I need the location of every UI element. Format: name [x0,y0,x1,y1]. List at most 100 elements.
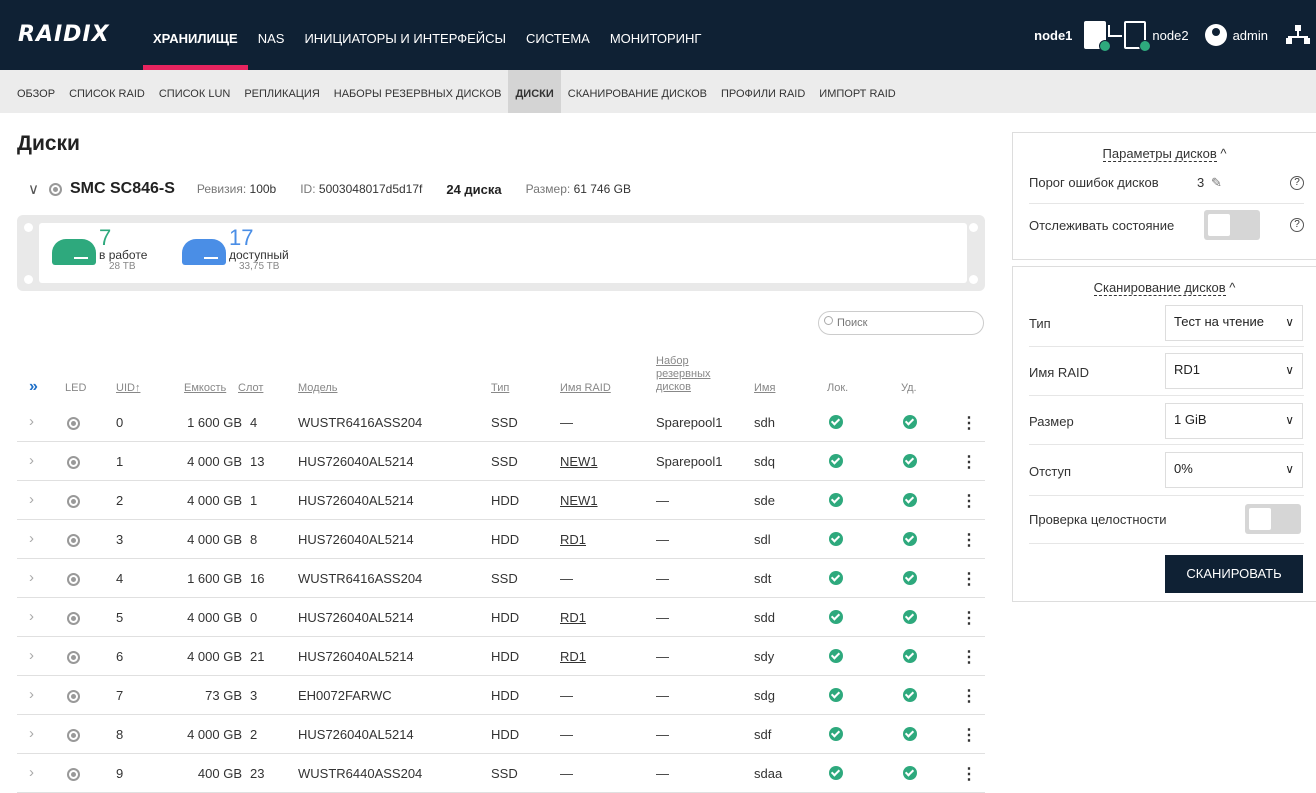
led-icon[interactable] [67,729,80,742]
table-row[interactable]: › 7 73 GB 3 EH0072FARWC HDD — — sdg ⋮ [17,676,985,715]
sub-nav-item[interactable]: ПРОФИЛИ RAID [714,70,812,113]
integrity-toggle[interactable] [1245,504,1301,534]
led-icon[interactable] [67,690,80,703]
row-menu-icon[interactable]: ⋮ [961,608,977,628]
node2-server-icon[interactable] [1124,21,1152,52]
col-capacity[interactable]: Емкость [184,382,226,394]
node1-label[interactable]: node1 [1034,28,1072,43]
row-menu-icon[interactable]: ⋮ [961,725,977,745]
row-menu-icon[interactable]: ⋮ [961,647,977,667]
col-loc[interactable]: Лок. [827,382,848,394]
cell-capacity: 1 600 GB [187,415,242,430]
table-row[interactable]: › 8 4 000 GB 2 HUS726040AL5214 HDD — — sdf ⋮ [17,715,985,754]
row-expand-icon[interactable]: › [29,491,34,508]
main-nav-item[interactable]: ИНИЦИАТОРЫ И ИНТЕРФЕЙСЫ [294,0,516,70]
sub-nav-item[interactable]: ДИСКИ [508,70,561,113]
col-model[interactable]: Модель [298,382,337,394]
help-icon[interactable]: ? [1290,176,1304,190]
disks-available[interactable]: 17 доступный 33,75 TB [182,227,289,272]
row-menu-icon[interactable]: ⋮ [961,452,977,472]
network-icon[interactable] [1286,25,1310,45]
col-slot[interactable]: Слот [238,382,263,394]
led-icon[interactable] [67,768,80,781]
user-name[interactable]: admin [1233,28,1268,43]
row-expand-icon[interactable]: › [29,530,34,547]
table-row[interactable]: › 4 1 600 GB 16 WUSTR6416ASS204 SSD — — sdt ⋮ [17,559,985,598]
disks-in-use[interactable]: 7 в работе 28 TB [52,227,147,272]
led-icon[interactable] [67,612,80,625]
sub-nav-item[interactable]: СПИСОК LUN [152,70,237,113]
row-expand-icon[interactable]: › [29,647,34,664]
led-icon[interactable] [67,456,80,469]
led-icon[interactable] [67,534,80,547]
row-menu-icon[interactable]: ⋮ [961,764,977,784]
led-icon[interactable] [67,495,80,508]
table-row[interactable]: › 2 4 000 GB 1 HUS726040AL5214 HDD NEW1 — sde ⋮ [17,481,985,520]
disk-params-title[interactable]: Параметры дисков ^ [1013,146,1316,162]
monitor-toggle[interactable] [1204,210,1260,240]
col-type[interactable]: Тип [491,382,509,394]
table-row[interactable]: › 9 400 GB 23 WUSTR6440ASS204 SSD — — sdaa ⋮ [17,754,985,793]
row-expand-icon[interactable]: › [29,608,34,625]
main-nav-item[interactable]: NAS [248,0,295,70]
edit-icon[interactable]: ✎ [1211,175,1222,191]
led-icon[interactable] [48,182,62,196]
row-expand-icon[interactable]: › [29,452,34,469]
scan-button[interactable]: СКАНИРОВАТЬ [1165,555,1303,593]
row-expand-icon[interactable]: › [29,569,34,586]
col-led[interactable]: LED [65,382,86,394]
expand-all-icon[interactable]: » [29,378,38,396]
led-icon[interactable] [67,417,80,430]
scan-type-select[interactable]: Тест на чтение ∨ [1165,305,1303,341]
main-nav-item[interactable]: СИСТЕМА [516,0,600,70]
led-icon[interactable] [67,573,80,586]
row-menu-icon[interactable]: ⋮ [961,569,977,589]
scan-size-select[interactable]: 1 GiB ∨ [1165,403,1303,439]
col-raid[interactable]: Имя RAID [560,382,611,394]
row-expand-icon[interactable]: › [29,725,34,742]
row-menu-icon[interactable]: ⋮ [961,530,977,550]
row-menu-icon[interactable]: ⋮ [961,413,977,433]
table-row[interactable]: › 1 4 000 GB 13 HUS726040AL5214 SSD NEW1 Sparep… [17,442,985,481]
col-rem[interactable]: Уд. [901,382,917,394]
node2-label[interactable]: node2 [1152,28,1188,43]
disk-scan-title[interactable]: Сканирование дисков ^ [1013,280,1316,296]
cell-raid[interactable]: NEW1 [560,493,598,508]
node1-server-icon[interactable] [1084,21,1112,52]
offset-select[interactable]: 0% ∨ [1165,452,1303,488]
locate-status-icon [829,571,843,585]
table-row[interactable]: › 5 4 000 GB 0 HUS726040AL5214 HDD RD1 — sdd ⋮ [17,598,985,637]
row-expand-icon[interactable]: › [29,686,34,703]
row-expand-icon[interactable]: › [29,764,34,781]
cell-type: HDD [491,532,520,547]
row-expand-icon[interactable]: › [29,413,34,430]
table-row[interactable]: › 3 4 000 GB 8 HUS726040AL5214 HDD RD1 — sdl ⋮ [17,520,985,559]
main-nav-item[interactable]: МОНИТОРИНГ [600,0,712,70]
user-icon[interactable] [1204,24,1227,46]
raid-name-select[interactable]: RD1 ∨ [1165,353,1303,389]
led-icon[interactable] [67,651,80,664]
table-row[interactable]: › 0 1 600 GB 4 WUSTR6416ASS204 SSD — Sparepool1… [17,403,985,442]
col-name[interactable]: Имя [754,382,775,394]
sub-nav-item[interactable]: НАБОРЫ РЕЗЕРВНЫХ ДИСКОВ [327,70,509,113]
sub-nav-item[interactable]: ОБЗОР [10,70,62,113]
cell-raid[interactable]: RD1 [560,532,586,547]
sub-nav-item[interactable]: СПИСОК RAID [62,70,152,113]
cell-uid: 7 [116,688,124,703]
col-spare[interactable]: Набор резервных дисков [656,355,710,394]
col-uid[interactable]: UID↑ [116,382,140,394]
main-nav-item[interactable]: ХРАНИЛИЩЕ [143,0,248,70]
sub-nav-item[interactable]: РЕПЛИКАЦИЯ [237,70,326,113]
sub-nav-item[interactable]: СКАНИРОВАНИЕ ДИСКОВ [561,70,714,113]
raidix-logo[interactable]: RAIDIX [18,22,110,47]
cell-raid[interactable]: RD1 [560,610,586,625]
table-row[interactable]: › 6 4 000 GB 21 HUS726040AL5214 HDD RD1 — sdy ⋮ [17,637,985,676]
row-menu-icon[interactable]: ⋮ [961,491,977,511]
cell-raid[interactable]: RD1 [560,649,586,664]
chevron-down-icon[interactable]: ∨ [28,180,39,198]
help-icon[interactable]: ? [1290,218,1304,232]
cell-raid[interactable]: NEW1 [560,454,598,469]
sub-nav-item[interactable]: ИМПОРТ RAID [812,70,902,113]
search-input[interactable] [818,311,984,335]
row-menu-icon[interactable]: ⋮ [961,686,977,706]
